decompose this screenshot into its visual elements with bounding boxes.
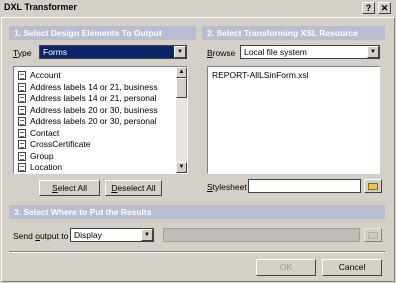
list-item-label: CrossCertificate [30, 139, 91, 149]
form-icon [18, 105, 26, 115]
output-path-input [163, 228, 360, 242]
list-item[interactable]: Address labels 14 or 21, business [18, 82, 158, 93]
chevron-down-icon[interactable]: ▼ [367, 46, 379, 58]
list-item-label: Address labels 14 or 21, personal [30, 93, 157, 103]
xsl-file-list[interactable]: REPORT-AllLSinForm.xsl [207, 66, 380, 174]
title-bar: DXL Transformer ? ✕ [0, 0, 396, 17]
list-item-label: Address labels 14 or 21, business [30, 81, 158, 92]
type-dropdown-value: Forms [43, 47, 68, 57]
form-icon [18, 94, 26, 104]
list-item-label: Group [30, 150, 54, 161]
design-elements-list[interactable]: Account Address labels 14 or 21, business… [13, 66, 188, 174]
help-button[interactable]: ? [362, 2, 375, 14]
scroll-up-icon[interactable]: ▲ [176, 67, 187, 78]
list-item-label: Account [30, 70, 61, 80]
browse-dropdown-value: Local file system [244, 47, 307, 57]
list-item[interactable]: REPORT-AllLSinForm.xsl [212, 70, 309, 81]
list-item[interactable]: Address labels 14 or 21, personal [18, 93, 157, 104]
stylesheet-label: Stylesheet [207, 182, 247, 192]
list-item-label: Address labels 20 or 30, personal [30, 116, 157, 126]
form-icon [18, 163, 26, 173]
send-output-dropdown[interactable]: Display ▼ [70, 228, 154, 242]
form-icon [18, 82, 26, 92]
browse-dropdown[interactable]: Local file system ▼ [240, 45, 380, 59]
list-scrollbar[interactable]: ▲ ▼ [176, 67, 187, 173]
form-icon [18, 117, 26, 127]
list-item[interactable]: Location [18, 162, 62, 173]
deselect-all-button[interactable]: Deselect All [105, 180, 162, 196]
scroll-thumb[interactable] [176, 78, 187, 98]
chevron-down-icon[interactable]: ▼ [141, 229, 153, 241]
scroll-down-icon[interactable]: ▼ [176, 162, 187, 173]
type-label: Type [13, 48, 32, 58]
close-button[interactable]: ✕ [378, 2, 391, 14]
cancel-button[interactable]: Cancel [322, 259, 382, 276]
stylesheet-input[interactable] [248, 179, 361, 193]
send-output-value: Display [74, 230, 102, 240]
list-item[interactable]: Group [18, 151, 54, 162]
output-folder-icon [364, 228, 382, 242]
type-dropdown[interactable]: Forms ▼ [39, 45, 187, 59]
list-item[interactable]: Account [18, 70, 61, 81]
form-icon [18, 71, 26, 81]
list-item-label: Address labels 20 or 30, business [30, 104, 158, 115]
send-output-label: Send output to [13, 231, 69, 241]
list-item[interactable]: Address labels 20 or 30, personal [18, 116, 157, 127]
chevron-down-icon[interactable]: ▼ [174, 46, 186, 58]
list-item[interactable]: CrossCertificate [18, 139, 90, 150]
list-item-label: Location [30, 162, 63, 172]
section-1-header: 1. Select Design Elements To Output [9, 26, 196, 40]
list-item[interactable]: Contact [18, 128, 59, 139]
form-icon [18, 151, 26, 161]
section-3-header: 3. Select Where to Put the Results [9, 205, 385, 219]
form-icon [18, 128, 26, 138]
footer-divider [9, 251, 385, 253]
select-all-button[interactable]: Select All [39, 180, 100, 196]
browse-label: Browse [207, 48, 236, 58]
list-item[interactable]: Address labels 20 or 30, business [18, 105, 158, 116]
window-title: DXL Transformer [4, 2, 77, 12]
form-icon [18, 140, 26, 150]
folder-icon[interactable] [364, 179, 382, 193]
section-2-header: 2. Select Transforming XSL Resource [202, 26, 385, 40]
list-item-label: Contact [30, 127, 60, 138]
ok-button[interactable]: OK [256, 259, 316, 276]
